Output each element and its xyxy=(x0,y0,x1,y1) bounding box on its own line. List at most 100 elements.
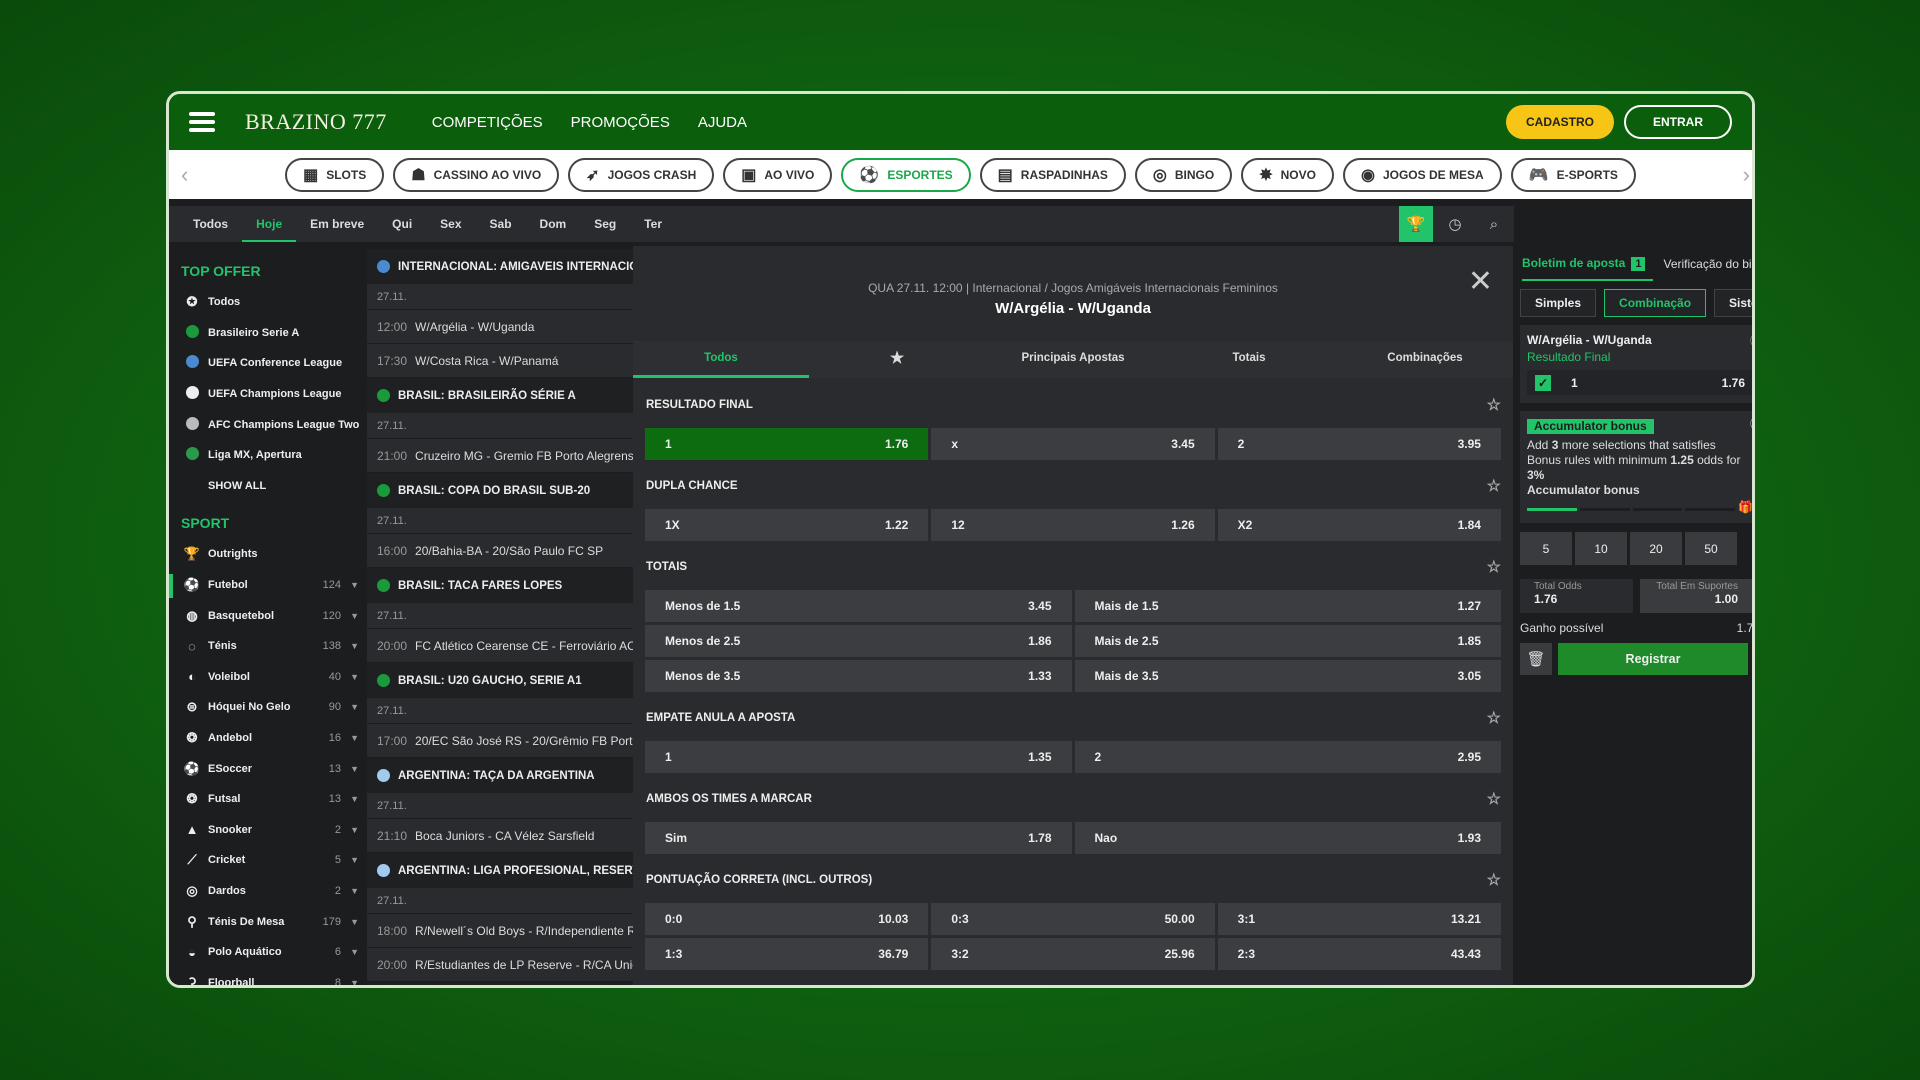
date-tab-ter[interactable]: Ter xyxy=(630,206,676,242)
trash-icon[interactable]: 🗑 xyxy=(1520,643,1552,675)
star-icon[interactable]: ☆ xyxy=(1487,395,1501,415)
date-tab-dom[interactable]: Dom xyxy=(526,206,581,242)
nav-competicoes[interactable]: COMPETIÇÕES xyxy=(432,114,543,131)
market-header[interactable]: PONTUAÇÃO CORRETA (INCL. OUTROS) ☆ xyxy=(645,857,1501,903)
star-icon[interactable]: ☆ xyxy=(1487,708,1501,728)
help-icon[interactable]: ⓘ xyxy=(1750,417,1752,432)
clock-icon[interactable]: ◷ xyxy=(1438,206,1472,242)
sidebar-item-top-offer[interactable]: UEFA Champions League xyxy=(181,379,367,410)
star-icon[interactable]: ☆ xyxy=(1487,557,1501,577)
bet-type-combinacao[interactable]: Combinação xyxy=(1604,289,1707,317)
stake-50-button[interactable]: 50 xyxy=(1685,532,1737,565)
chevron-down-icon[interactable]: ▼ xyxy=(350,855,359,865)
odds-button[interactable]: Sim 1.78 xyxy=(645,822,1072,854)
category-slots[interactable]: ▦ SLOTS xyxy=(285,157,385,192)
login-button[interactable]: ENTRAR xyxy=(1624,105,1732,139)
stake-20-button[interactable]: 20 xyxy=(1630,532,1682,565)
chevron-down-icon[interactable]: ▼ xyxy=(350,978,359,985)
market-header[interactable]: RESULTADO FINAL ☆ xyxy=(645,382,1501,428)
search-icon[interactable]: ⌕ xyxy=(1477,206,1511,242)
odds-button[interactable]: Menos de 1.5 3.45 xyxy=(645,590,1072,622)
event-row[interactable]: 17:30 W/Costa Rica - W/Panamá xyxy=(367,344,633,378)
category-raspadinhas[interactable]: ▤ RASPADINHAS xyxy=(979,157,1126,192)
odds-button[interactable]: 2 3.95 xyxy=(1217,428,1501,460)
date-tab-sab[interactable]: Sab xyxy=(476,206,526,242)
odds-button[interactable]: 1 1.76 xyxy=(645,428,929,460)
sidebar-item-futsal[interactable]: ❂ Futsal 13 ▼ xyxy=(181,784,367,815)
chevron-down-icon[interactable]: ▼ xyxy=(350,641,359,651)
tab-bet-slip[interactable]: Boletim de aposta 1 xyxy=(1522,246,1654,281)
category-cassino-ao-vivo[interactable]: ☗ CASSINO AO VIVO xyxy=(393,157,560,192)
bet-type-simples[interactable]: Simples xyxy=(1520,289,1597,317)
odds-button[interactable]: 3:2 25.96 xyxy=(931,938,1215,970)
league-header[interactable]: INTERNACIONAL: AMIGAVEIS INTERNACIONAIS xyxy=(367,249,633,284)
trophy-filter-icon[interactable]: 🏆 xyxy=(1399,206,1433,242)
odds-button[interactable]: 2 2.95 xyxy=(1074,741,1501,773)
event-row[interactable]: 17:00 20/EC São José RS - 20/Grêmio FB Po… xyxy=(367,724,633,758)
sidebar-item-top-offer[interactable]: UEFA Conference League xyxy=(181,348,367,379)
odds-button[interactable]: 2:3 43.43 xyxy=(1217,938,1501,970)
sidebar-item-snooker[interactable]: ▲ Snooker 2 ▼ xyxy=(181,815,367,846)
chevron-down-icon[interactable]: ▼ xyxy=(350,825,359,835)
chevron-down-icon[interactable]: ▼ xyxy=(350,917,359,927)
sidebar-item-cricket[interactable]: ⟋ Cricket 5 ▼ xyxy=(181,845,367,876)
odds-button[interactable]: X2 1.84 xyxy=(1217,509,1501,541)
sidebar-item-top-offer[interactable]: AFC Champions League Two xyxy=(181,409,367,440)
date-tab-todos[interactable]: Todos xyxy=(179,206,242,242)
star-icon[interactable]: ☆ xyxy=(1487,870,1501,890)
chevron-right-icon[interactable]: › xyxy=(1743,162,1750,188)
category-jogos-de-mesa[interactable]: ◉ JOGOS DE MESA xyxy=(1342,157,1502,192)
sidebar-item-outrights[interactable]: 🏆 Outrights xyxy=(181,539,367,570)
sidebar-item-floorball[interactable]: ⚳ Floorball 8 ▼ xyxy=(181,967,367,985)
bet-type-sistema[interactable]: Sistema xyxy=(1714,289,1752,317)
market-header[interactable]: TOTAIS ☆ xyxy=(645,544,1501,590)
odds-button[interactable]: 3:1 13.21 xyxy=(1217,903,1501,935)
sidebar-item-voleibol[interactable]: ◐ Voleibol 40 ▼ xyxy=(181,662,367,693)
date-tab-sex[interactable]: Sex xyxy=(426,206,475,242)
chevron-down-icon[interactable]: ▼ xyxy=(350,947,359,957)
chevron-down-icon[interactable]: ▼ xyxy=(350,611,359,621)
odds-button[interactable]: 1X 1.22 xyxy=(645,509,929,541)
chevron-down-icon[interactable]: ▼ xyxy=(350,672,359,682)
stake-10-button[interactable]: 10 xyxy=(1575,532,1627,565)
event-row[interactable]: 12:00 W/Argélia - W/Uganda xyxy=(367,310,633,344)
register-bet-button[interactable]: Registrar xyxy=(1558,643,1748,675)
sidebar-item-ténis[interactable]: ◌ Ténis 138 ▼ xyxy=(181,631,367,662)
odds-button[interactable]: Menos de 2.5 1.86 xyxy=(645,625,1072,657)
sidebar-item-polo-aquático[interactable]: ◒ Polo Aquático 6 ▼ xyxy=(181,937,367,968)
sidebar-item-esoccer[interactable]: ⚽ ESoccer 13 ▼ xyxy=(181,753,367,784)
signup-button[interactable]: CADASTRO xyxy=(1506,105,1614,139)
stake-5-button[interactable]: 5 xyxy=(1520,532,1572,565)
date-tab-qui[interactable]: Qui xyxy=(378,206,426,242)
date-tab-em-breve[interactable]: Em breve xyxy=(296,206,378,242)
event-row[interactable]: 20:00 R/Estudiantes de LP Reserve - R/CA … xyxy=(367,948,633,982)
checkbox-selected[interactable]: ✓ xyxy=(1535,374,1551,391)
sidebar-item-dardos[interactable]: ◎ Dardos 2 ▼ xyxy=(181,876,367,907)
league-header[interactable]: BRASIL: U20 GAUCHO, SERIE A1 xyxy=(367,663,633,698)
category-e-sports[interactable]: 🎮 E-SPORTS xyxy=(1510,157,1636,192)
odds-button[interactable]: Mais de 2.5 1.85 xyxy=(1074,625,1501,657)
tab-totais[interactable]: Totais xyxy=(1161,341,1337,378)
league-header[interactable]: ITÁLIA: TAÇA DE ITÁLIA SÉRIE C xyxy=(367,982,633,985)
date-tab-hoje[interactable]: Hoje xyxy=(242,206,297,242)
odds-button[interactable]: 1 1.35 xyxy=(645,741,1072,773)
sidebar-item-ténis-de-mesa[interactable]: ⚲ Ténis De Mesa 179 ▼ xyxy=(181,906,367,937)
star-icon[interactable]: ☆ xyxy=(1487,476,1501,496)
sidebar-item-futebol[interactable]: ⚽ Futebol 124 ▼ xyxy=(169,570,367,601)
sidebar-item-top-offer[interactable]: Liga MX, Apertura xyxy=(181,440,367,471)
market-header[interactable]: DUPLA CHANCE ☆ xyxy=(645,463,1501,509)
tab-favorites-star-icon[interactable]: ★ xyxy=(809,341,985,378)
event-row[interactable]: 18:00 R/Newell´s Old Boys - R/Independien… xyxy=(367,914,633,948)
league-header[interactable]: BRASIL: BRASILEIRÃO SÉRIE A xyxy=(367,378,633,413)
menu-icon[interactable] xyxy=(189,112,215,132)
odds-button[interactable]: Menos de 3.5 1.33 xyxy=(645,660,1072,692)
odds-button[interactable]: 12 1.26 xyxy=(931,509,1215,541)
league-header[interactable]: BRASIL: COPA DO BRASIL SUB-20 xyxy=(367,473,633,508)
category-esportes[interactable]: ⚽ ESPORTES xyxy=(841,157,971,192)
odds-button[interactable]: 1:3 36.79 xyxy=(645,938,929,970)
market-header[interactable]: AMBOS OS TIMES A MARCAR ☆ xyxy=(645,776,1501,822)
nav-promocoes[interactable]: PROMOÇÕES xyxy=(571,114,670,131)
remove-selection-icon[interactable]: ⓧ xyxy=(1750,331,1752,351)
total-stake-input[interactable]: Total Em Suportes 1.00 xyxy=(1639,579,1752,613)
odds-button[interactable]: 0:0 10.03 xyxy=(645,903,929,935)
